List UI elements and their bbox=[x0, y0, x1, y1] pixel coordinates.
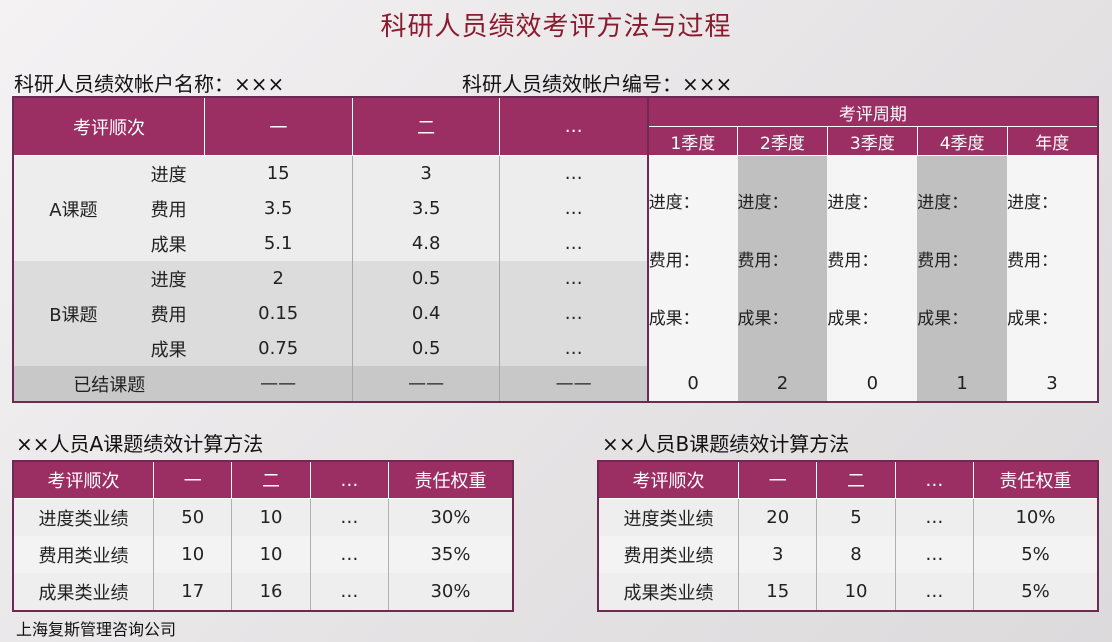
sub-b-header: 一 bbox=[738, 460, 818, 499]
sub-b-title: ××人员B课题绩效计算方法 bbox=[602, 432, 850, 456]
header-cycle: 考评周期 bbox=[646, 96, 1099, 127]
sub-a-title: ××人员A课题绩效计算方法 bbox=[16, 432, 264, 456]
sub-a-header: 考评顺次 bbox=[12, 460, 155, 499]
table-cell: 3 bbox=[738, 536, 818, 573]
cell: … bbox=[499, 261, 648, 296]
closed-count-q2: 2 bbox=[737, 366, 828, 402]
table-cell: 进度类业绩 bbox=[598, 498, 740, 536]
main-evaluation-table: 考评顺次 一 二 … 考评周期 1季度 2季度 3季度 4季度 年度 A课题 进… bbox=[12, 96, 1099, 403]
sub-a-header: 责任权重 bbox=[387, 460, 514, 499]
cell: 0.75 bbox=[204, 331, 353, 366]
sub-b-header: 考评顺次 bbox=[597, 460, 740, 499]
period-year: 进度： 费用： 成果： bbox=[1007, 155, 1098, 366]
company-footer: 上海复斯管理咨询公司 bbox=[16, 620, 177, 639]
group-b-label: B课题 bbox=[13, 261, 133, 366]
page-title: 科研人员绩效考评方法与过程 bbox=[380, 12, 732, 42]
cell: 3.5 bbox=[352, 191, 501, 226]
metric-label: 成果 bbox=[132, 331, 205, 366]
cell: 2 bbox=[204, 261, 353, 296]
period-q2: 进度： 费用： 成果： bbox=[737, 155, 828, 366]
table-cell: 10 bbox=[231, 536, 311, 573]
table-cell: 17 bbox=[153, 573, 233, 611]
table-cell: 10 bbox=[816, 573, 896, 611]
closed-count-q1: 0 bbox=[646, 366, 738, 402]
closed-label: 已结课题 bbox=[13, 366, 205, 402]
sub-b-header: 责任权重 bbox=[972, 460, 1099, 499]
cell: 0.15 bbox=[204, 296, 353, 331]
table-cell: … bbox=[895, 498, 974, 536]
table-cell: … bbox=[310, 536, 389, 573]
cell: 15 bbox=[204, 155, 353, 191]
sub-a-table: 考评顺次 一 二 … 责任权重 进度类业绩 50 10 … 30% 费用类业绩 … bbox=[12, 460, 514, 612]
cell: … bbox=[499, 331, 648, 366]
table-cell: 5 bbox=[816, 498, 896, 536]
group-a-label: A课题 bbox=[13, 155, 133, 261]
table-cell: … bbox=[310, 498, 389, 536]
header-year: 年度 bbox=[1006, 126, 1099, 156]
closed-count-q3: 0 bbox=[827, 366, 918, 402]
cell: … bbox=[499, 226, 648, 261]
table-cell: 5% bbox=[973, 573, 1099, 611]
closed-count-year: 3 bbox=[1007, 366, 1098, 402]
period-q4: 进度： 费用： 成果： bbox=[917, 155, 1008, 366]
sub-b-table: 考评顺次 一 二 … 责任权重 进度类业绩 20 5 … 10% 费用类业绩 3… bbox=[597, 460, 1099, 612]
table-cell: 10% bbox=[973, 498, 1099, 536]
metric-label: 费用 bbox=[132, 191, 205, 226]
sub-b-header: … bbox=[894, 460, 974, 499]
table-cell: 10 bbox=[153, 536, 233, 573]
metric-label: 费用 bbox=[132, 296, 205, 331]
header-col-1: 一 bbox=[204, 96, 353, 156]
closed-cell: —— bbox=[204, 366, 353, 402]
account-name-label: 科研人员绩效帐户名称：××× bbox=[14, 72, 285, 96]
sub-b-header: 二 bbox=[816, 460, 896, 499]
cell: 0.5 bbox=[352, 331, 501, 366]
closed-cell: —— bbox=[352, 366, 501, 402]
sub-a-header: 二 bbox=[231, 460, 311, 499]
cell: 0.5 bbox=[352, 261, 501, 296]
table-cell: 进度类业绩 bbox=[13, 498, 155, 536]
cell: 5.1 bbox=[204, 226, 353, 261]
table-cell: 30% bbox=[388, 498, 514, 536]
cell: … bbox=[499, 191, 648, 226]
metric-label: 成果 bbox=[132, 226, 205, 261]
table-cell: … bbox=[895, 573, 974, 611]
period-q3: 进度： 费用： 成果： bbox=[827, 155, 918, 366]
cell: … bbox=[499, 155, 648, 191]
account-id-label: 科研人员绩效帐户编号：××× bbox=[462, 72, 733, 96]
table-cell: 8 bbox=[816, 536, 896, 573]
header-q4: 4季度 bbox=[916, 126, 1008, 156]
period-q1: 进度： 费用： 成果： bbox=[646, 155, 738, 366]
header-q3: 3季度 bbox=[826, 126, 918, 156]
table-cell: 16 bbox=[231, 573, 311, 611]
table-cell: 30% bbox=[388, 573, 514, 611]
cell: 0.4 bbox=[352, 296, 501, 331]
table-cell: 35% bbox=[388, 536, 514, 573]
cell: 3 bbox=[352, 155, 501, 191]
closed-count-q4: 1 bbox=[917, 366, 1008, 402]
table-cell: … bbox=[895, 536, 974, 573]
header-q2: 2季度 bbox=[737, 126, 828, 156]
metric-label: 进度 bbox=[132, 261, 205, 296]
sub-a-header: … bbox=[309, 460, 389, 499]
table-cell: … bbox=[310, 573, 389, 611]
metric-label: 进度 bbox=[132, 155, 205, 191]
table-cell: 费用类业绩 bbox=[598, 536, 740, 573]
table-cell: 15 bbox=[738, 573, 818, 611]
table-cell: 费用类业绩 bbox=[13, 536, 155, 573]
table-cell: 成果类业绩 bbox=[13, 573, 155, 611]
table-cell: 成果类业绩 bbox=[598, 573, 740, 611]
cell: … bbox=[499, 296, 648, 331]
sub-a-header: 一 bbox=[153, 460, 233, 499]
closed-cell: —— bbox=[499, 366, 648, 402]
table-cell: 10 bbox=[231, 498, 311, 536]
cell: 4.8 bbox=[352, 226, 501, 261]
table-cell: 5% bbox=[973, 536, 1099, 573]
header-q1: 1季度 bbox=[646, 126, 739, 156]
header-col-3: … bbox=[499, 96, 649, 156]
cell: 3.5 bbox=[204, 191, 353, 226]
header-order: 考评顺次 bbox=[12, 96, 206, 156]
header-col-2: 二 bbox=[351, 96, 501, 156]
table-cell: 50 bbox=[153, 498, 233, 536]
table-cell: 20 bbox=[738, 498, 818, 536]
